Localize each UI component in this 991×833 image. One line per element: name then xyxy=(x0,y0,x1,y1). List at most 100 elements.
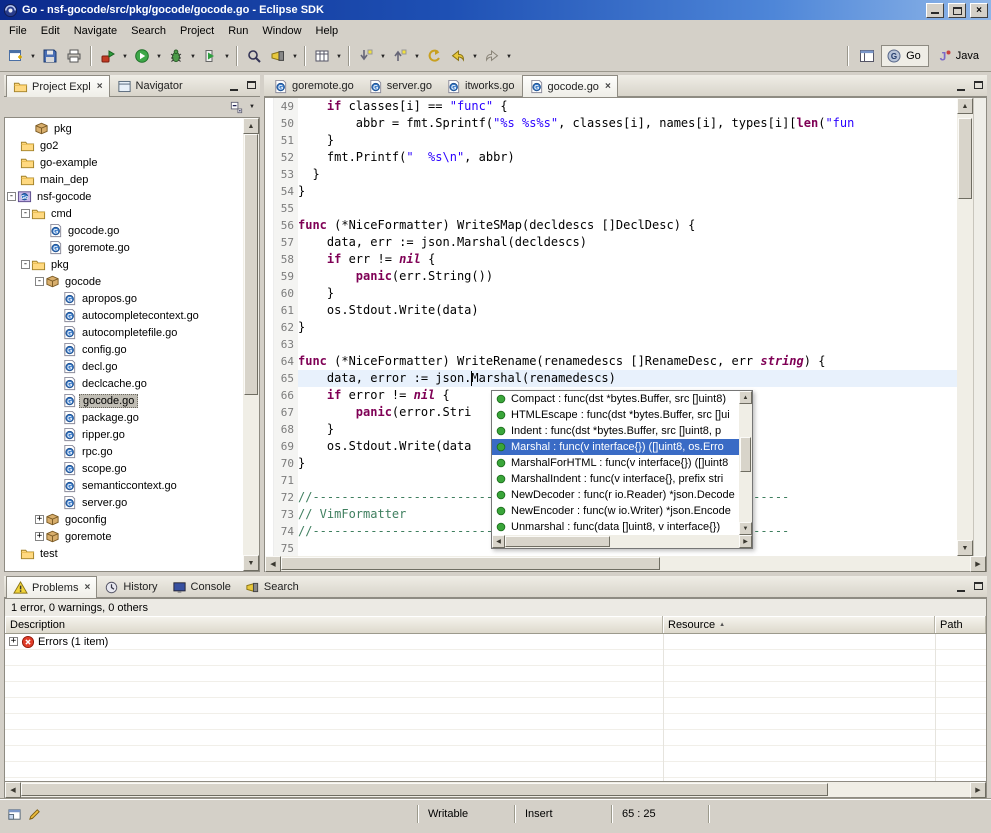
menu-help[interactable]: Help xyxy=(309,22,346,40)
completion-hscrollbar[interactable]: ◀▶ xyxy=(492,535,752,548)
tab-history[interactable]: History xyxy=(97,576,164,597)
tree-item-go-example[interactable]: go-example xyxy=(5,154,243,171)
new-wizard-button[interactable] xyxy=(310,44,334,68)
editor-tab-gocode.go[interactable]: Ggocode.go× xyxy=(522,75,618,97)
save-button[interactable] xyxy=(38,44,62,68)
scroll-down-button[interactable]: ▼ xyxy=(243,555,259,571)
collapse-all-button[interactable] xyxy=(226,98,246,116)
tree-item-ripper.go[interactable]: Gripper.go xyxy=(5,426,243,443)
menu-file[interactable]: File xyxy=(2,22,34,40)
column-header-description[interactable]: Description xyxy=(5,616,663,633)
tab-console[interactable]: Console xyxy=(165,576,238,597)
explorer-scrollbar[interactable]: ▲▼ xyxy=(243,118,259,571)
back-button[interactable] xyxy=(446,44,470,68)
scroll-left-button[interactable]: ◀ xyxy=(492,535,505,548)
debug-button[interactable] xyxy=(164,44,188,68)
previous-annotation-button[interactable] xyxy=(388,44,412,68)
tab-problems[interactable]: Problems× xyxy=(6,576,97,598)
menu-project[interactable]: Project xyxy=(173,22,221,40)
minimize-button[interactable] xyxy=(926,3,944,18)
tree-item-goremote[interactable]: +goremote xyxy=(5,528,243,545)
new-wizard-dropdown-icon[interactable]: ▼ xyxy=(334,52,344,60)
external-tools-dropdown-icon[interactable]: ▼ xyxy=(120,52,130,60)
next-annotation-button[interactable] xyxy=(354,44,378,68)
new-button[interactable] xyxy=(4,44,28,68)
scrollbar-thumb[interactable] xyxy=(740,437,751,472)
external-tools-button[interactable] xyxy=(96,44,120,68)
scrollbar-track[interactable] xyxy=(957,114,973,540)
tree-item-scope.go[interactable]: Gscope.go xyxy=(5,460,243,477)
tree-item-gocode.go[interactable]: Ggocode.go xyxy=(5,222,243,239)
scrollbar-thumb[interactable] xyxy=(505,536,610,547)
tree-item-apropos.go[interactable]: Gapropos.go xyxy=(5,290,243,307)
scrollbar-track[interactable] xyxy=(21,782,970,797)
tree-item-gocode.go[interactable]: Ggocode.go xyxy=(5,392,243,409)
scrollbar-track[interactable] xyxy=(505,535,739,548)
tree-item-autocompletefile.go[interactable]: Gautocompletefile.go xyxy=(5,324,243,341)
scrollbar-track[interactable] xyxy=(739,404,752,522)
completion-item[interactable]: NewEncoder : func(w io.Writer) *json.Enc… xyxy=(492,503,739,519)
close-view-icon[interactable]: × xyxy=(82,582,90,593)
tree-item-declcache.go[interactable]: Gdeclcache.go xyxy=(5,375,243,392)
open-perspective-button[interactable] xyxy=(855,44,879,68)
tree-item-pkg[interactable]: -pkg xyxy=(5,256,243,273)
completion-item[interactable]: Marshal : func(v interface{}) ([]uint8, … xyxy=(492,439,739,455)
scroll-up-button[interactable]: ▲ xyxy=(243,118,259,134)
editor-vertical-scrollbar[interactable]: ▲▼ xyxy=(957,98,973,556)
run-dropdown-icon[interactable]: ▼ xyxy=(154,52,164,60)
column-header-path[interactable]: Path xyxy=(935,616,986,633)
previous-annotation-dropdown-icon[interactable]: ▼ xyxy=(412,52,422,60)
tree-item-decl.go[interactable]: Gdecl.go xyxy=(5,358,243,375)
forward-button[interactable] xyxy=(480,44,504,68)
tab-search[interactable]: Search xyxy=(238,576,306,597)
expand-toggle-icon[interactable]: + xyxy=(35,515,44,524)
scrollbar-thumb[interactable] xyxy=(21,783,828,796)
scroll-down-button[interactable]: ▼ xyxy=(739,522,752,535)
run-last-launched-button[interactable] xyxy=(198,44,222,68)
problems-row[interactable]: +Errors (1 item) xyxy=(5,634,986,650)
tree-item-rpc.go[interactable]: Grpc.go xyxy=(5,443,243,460)
forward-dropdown-icon[interactable]: ▼ xyxy=(504,52,514,60)
menu-navigate[interactable]: Navigate xyxy=(67,22,124,40)
scroll-left-button[interactable]: ◀ xyxy=(5,782,21,798)
editor-tab-itworks.go[interactable]: Gitworks.go xyxy=(439,75,522,96)
scroll-up-button[interactable]: ▲ xyxy=(739,391,752,404)
tree-item-nsf-gocode[interactable]: -Gonsf-gocode xyxy=(5,188,243,205)
tree-item-test[interactable]: test xyxy=(5,545,243,562)
editor-tab-server.go[interactable]: Gserver.go xyxy=(361,75,439,96)
scroll-up-button[interactable]: ▲ xyxy=(957,98,973,114)
tree-item-server.go[interactable]: Gserver.go xyxy=(5,494,243,511)
back-dropdown-icon[interactable]: ▼ xyxy=(470,52,480,60)
editor-tab-goremote.go[interactable]: Ggoremote.go xyxy=(266,75,361,96)
tree-item-goconfig[interactable]: +goconfig xyxy=(5,511,243,528)
collapse-toggle-icon[interactable]: - xyxy=(7,192,16,201)
tree-item-goremote.go[interactable]: Ggoremote.go xyxy=(5,239,243,256)
tree-item-cmd[interactable]: -cmd xyxy=(5,205,243,222)
menu-search[interactable]: Search xyxy=(124,22,173,40)
minimize-view-button[interactable] xyxy=(226,78,243,94)
close-view-icon[interactable]: × xyxy=(95,81,103,92)
tree-item-package.go[interactable]: Gpackage.go xyxy=(5,409,243,426)
new-dropdown-icon[interactable]: ▼ xyxy=(28,52,38,60)
search-dropdown-icon[interactable]: ▼ xyxy=(290,52,300,60)
code-editor[interactable]: 4950515253545556575859606162636465666768… xyxy=(264,97,987,556)
completion-item[interactable]: Compact : func(dst *bytes.Buffer, src []… xyxy=(492,391,739,407)
scroll-right-button[interactable]: ▶ xyxy=(739,535,752,548)
scrollbar-thumb[interactable] xyxy=(958,118,972,199)
scrollbar-track[interactable] xyxy=(281,556,970,571)
collapse-toggle-icon[interactable]: - xyxy=(35,277,44,286)
close-tab-icon[interactable]: × xyxy=(603,81,611,92)
problems-scrollbar[interactable]: ◀▶ xyxy=(4,782,987,798)
maximize-problems-button[interactable] xyxy=(970,579,987,595)
menu-run[interactable]: Run xyxy=(221,22,255,40)
column-header-resource[interactable]: Resource▲ xyxy=(663,616,935,633)
completion-scrollbar[interactable]: ▲▼ xyxy=(739,391,752,535)
minimize-problems-button[interactable] xyxy=(953,579,970,595)
completion-item[interactable]: HTMLEscape : func(dst *bytes.Buffer, src… xyxy=(492,407,739,423)
collapse-toggle-icon[interactable]: - xyxy=(21,260,30,269)
close-button[interactable]: × xyxy=(970,3,988,18)
scrollbar-thumb[interactable] xyxy=(281,557,660,570)
menu-window[interactable]: Window xyxy=(255,22,308,40)
completion-item[interactable]: MarshalForHTML : func(v interface{}) ([]… xyxy=(492,455,739,471)
scroll-right-button[interactable]: ▶ xyxy=(970,782,986,798)
